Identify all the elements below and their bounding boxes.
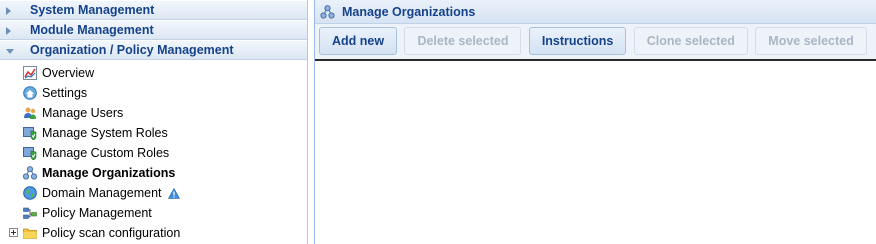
nav-item-policy-scan-configuration[interactable]: Policy scan configuration (0, 223, 307, 243)
nav-item-label: Policy scan configuration (42, 226, 181, 240)
nav-item-overview[interactable]: Overview (0, 63, 307, 83)
section-label: System Management (30, 3, 155, 17)
folder-icon (23, 228, 37, 239)
nav-item-settings[interactable]: Settings (0, 83, 307, 103)
section-module-management[interactable]: Module Management (0, 20, 307, 40)
instructions-button[interactable]: Instructions (528, 27, 627, 55)
panel-header: Manage Organizations (315, 0, 876, 24)
policy-tree-icon (23, 207, 37, 219)
clone-selected-button[interactable]: Clone selected (633, 27, 748, 55)
nav-tree: Overview Settings Manage Users Manage Sy… (0, 60, 307, 243)
nav-item-label: Manage Users (42, 106, 124, 120)
delete-selected-button[interactable]: Delete selected (404, 27, 522, 55)
section-system-management[interactable]: System Management (0, 0, 307, 20)
section-label: Organization / Policy Management (30, 43, 234, 57)
nav-item-domain-management[interactable]: Domain Management (0, 183, 307, 203)
organizations-icon (23, 166, 37, 180)
chevron-right-icon (6, 27, 11, 35)
chart-icon (23, 66, 37, 80)
nav-item-label: Domain Management (42, 186, 162, 200)
nav-item-manage-system-roles[interactable]: Manage System Roles (0, 123, 307, 143)
shield-check-icon (23, 127, 37, 140)
nav-item-label: Manage Custom Roles (42, 146, 170, 160)
nav-item-label: Settings (42, 86, 88, 100)
section-label: Module Management (30, 23, 154, 37)
organizations-icon (320, 5, 335, 19)
nav-item-label: Overview (42, 66, 95, 80)
nav-item-manage-organizations[interactable]: Manage Organizations (0, 163, 307, 183)
nav-item-manage-users[interactable]: Manage Users (0, 103, 307, 123)
globe-icon (23, 186, 37, 200)
add-new-button[interactable]: Add new (319, 27, 398, 55)
warning-icon (168, 188, 180, 199)
section-organization-policy-management[interactable]: Organization / Policy Management (0, 40, 307, 60)
main-panel: Manage Organizations Add new Delete sele… (314, 0, 876, 244)
chevron-right-icon (6, 7, 11, 15)
sidebar: System Management Module Management Orga… (0, 0, 308, 244)
expand-plus-icon[interactable] (9, 228, 18, 237)
nav-item-manage-custom-roles[interactable]: Manage Custom Roles (0, 143, 307, 163)
settings-house-icon (23, 86, 37, 100)
chevron-down-icon (6, 49, 14, 54)
users-icon (24, 107, 36, 119)
toolbar: Add new Delete selected Instructions Clo… (315, 24, 876, 61)
shield-check-icon (23, 147, 37, 160)
move-selected-button[interactable]: Move selected (755, 27, 867, 55)
nav-item-policy-management[interactable]: Policy Management (0, 203, 307, 223)
nav-item-label: Manage Organizations (42, 166, 176, 180)
nav-item-label: Policy Management (42, 206, 152, 220)
nav-item-label: Manage System Roles (42, 126, 168, 140)
page-title: Manage Organizations (342, 5, 476, 19)
